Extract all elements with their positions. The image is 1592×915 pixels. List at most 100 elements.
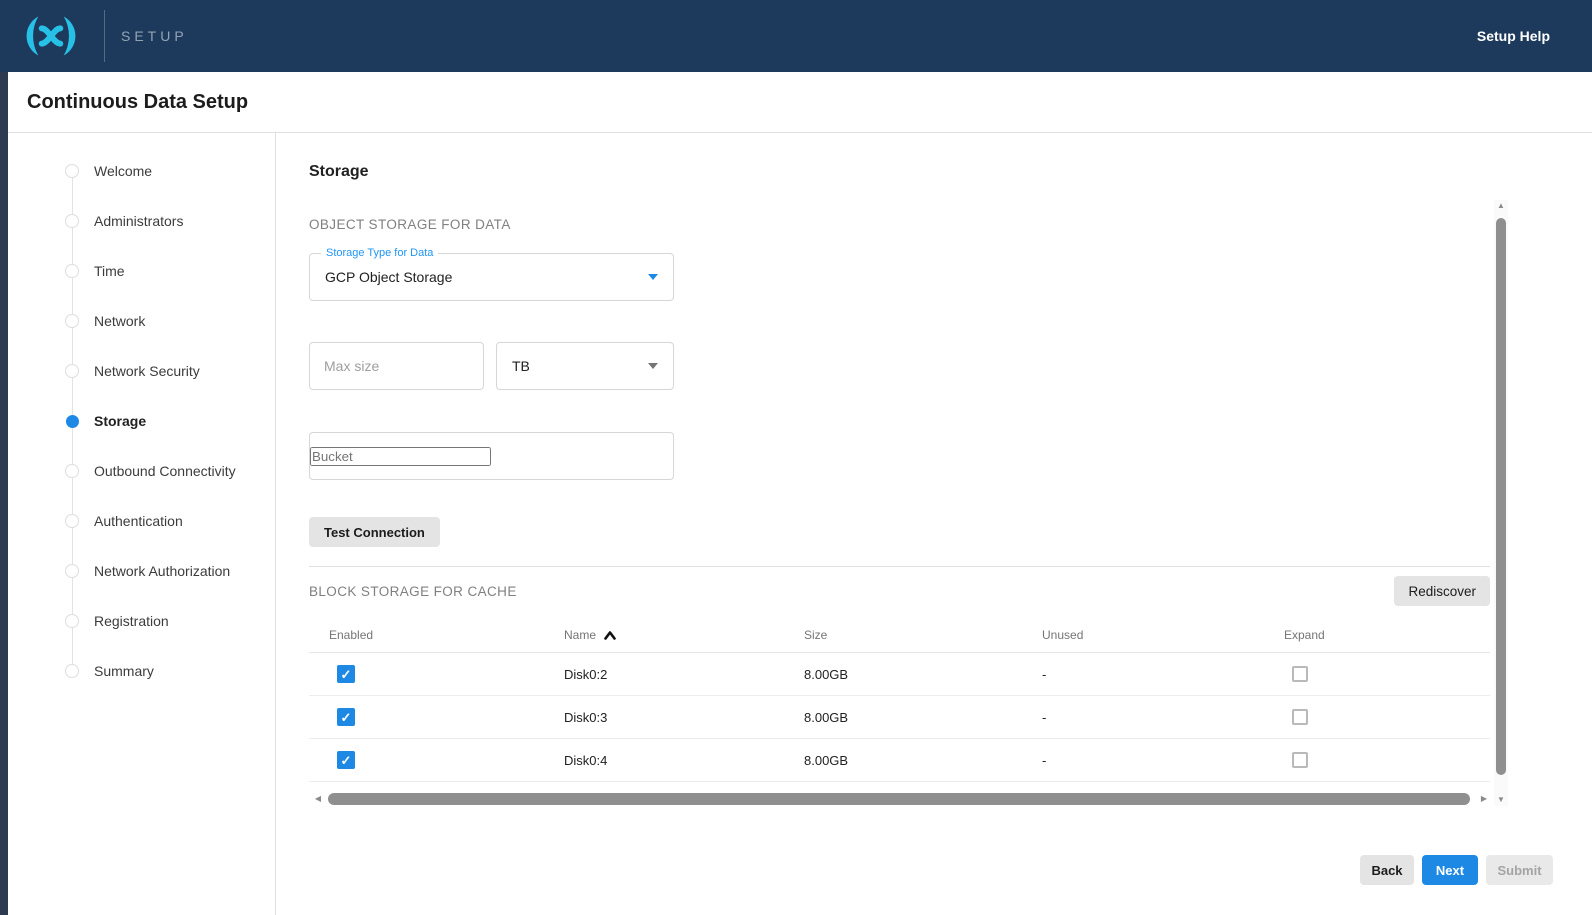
- block-storage-section-title: BLOCK STORAGE FOR CACHE: [309, 584, 517, 599]
- disk-name: Disk0:2: [564, 667, 804, 682]
- sidebar-item-summary[interactable]: Summary: [8, 646, 275, 696]
- main-content: Storage OBJECT STORAGE FOR DATA Storage …: [276, 133, 1592, 915]
- page: Continuous Data Setup Welcome Administra…: [8, 72, 1592, 915]
- disk-size: 8.00GB: [804, 667, 1042, 682]
- enabled-checkbox-checked[interactable]: ✓: [337, 751, 355, 769]
- scroll-right-icon[interactable]: ▶: [1478, 792, 1490, 806]
- sidebar-item-registration[interactable]: Registration: [8, 596, 275, 646]
- sidebar-item-storage[interactable]: Storage: [8, 396, 275, 446]
- section-divider: [309, 566, 1490, 567]
- step-label: Network: [94, 313, 145, 329]
- sidebar-item-network-authorization[interactable]: Network Authorization: [8, 546, 275, 596]
- step-circle: [65, 314, 79, 328]
- top-bar: SETUP Setup Help: [0, 0, 1592, 72]
- vertical-scrollbar[interactable]: ▲ ▼: [1494, 200, 1508, 806]
- step-circle: [65, 614, 79, 628]
- column-header-enabled: Enabled: [309, 628, 564, 642]
- rediscover-button[interactable]: Rediscover: [1394, 576, 1490, 606]
- block-storage-table: Enabled Name Size Unused Expand: [309, 618, 1490, 782]
- bucket-input[interactable]: [310, 447, 491, 466]
- disk-size: 8.00GB: [804, 710, 1042, 725]
- wizard-footer: Back Next Submit: [1360, 855, 1553, 885]
- disk-unused: -: [1042, 667, 1284, 682]
- disk-name: Disk0:4: [564, 753, 804, 768]
- step-label: Summary: [94, 663, 154, 679]
- step-label: Network Security: [94, 363, 200, 379]
- step-label: Outbound Connectivity: [94, 463, 236, 479]
- column-header-unused: Unused: [1042, 628, 1284, 642]
- delphix-logo-icon: [20, 14, 82, 58]
- enabled-checkbox-checked[interactable]: ✓: [337, 708, 355, 726]
- page-header: Continuous Data Setup: [8, 72, 1592, 133]
- horizontal-scrollbar-thumb[interactable]: [328, 793, 1470, 805]
- table-row: ✓ Disk0:3 8.00GB -: [309, 696, 1490, 739]
- vertical-scrollbar-thumb[interactable]: [1496, 218, 1506, 775]
- disk-size: 8.00GB: [804, 753, 1042, 768]
- sidebar-item-outbound-connectivity[interactable]: Outbound Connectivity: [8, 446, 275, 496]
- step-circle: [65, 664, 79, 678]
- storage-type-select[interactable]: Storage Type for Data GCP Object Storage: [309, 253, 674, 301]
- column-header-size: Size: [804, 628, 1042, 642]
- step-label: Authentication: [94, 513, 183, 529]
- scroll-up-icon[interactable]: ▲: [1494, 200, 1508, 212]
- table-row: ✓ Disk0:4 8.00GB -: [309, 739, 1490, 782]
- sidebar-item-welcome[interactable]: Welcome: [8, 146, 275, 196]
- storage-type-label: Storage Type for Data: [321, 247, 438, 259]
- bucket-field-wrapper: [309, 432, 674, 480]
- topbar-divider: [104, 10, 105, 62]
- submit-button[interactable]: Submit: [1486, 855, 1553, 885]
- expand-checkbox-unchecked[interactable]: [1292, 666, 1308, 682]
- disk-name: Disk0:3: [564, 710, 804, 725]
- next-button[interactable]: Next: [1422, 855, 1478, 885]
- storage-type-value: GCP Object Storage: [325, 269, 452, 285]
- column-header-name[interactable]: Name: [564, 628, 804, 642]
- horizontal-scrollbar[interactable]: ◀ ▶: [312, 792, 1490, 806]
- sidebar-item-authentication[interactable]: Authentication: [8, 496, 275, 546]
- step-circle-active: [66, 415, 79, 428]
- content-heading: Storage: [309, 163, 1490, 181]
- step-label: Welcome: [94, 163, 152, 179]
- column-header-name-label: Name: [564, 628, 596, 642]
- chevron-down-icon: [648, 274, 658, 280]
- scroll-left-icon[interactable]: ◀: [312, 792, 324, 806]
- max-size-field-wrapper: [309, 342, 484, 390]
- disk-unused: -: [1042, 710, 1284, 725]
- setup-help-link[interactable]: Setup Help: [1477, 28, 1550, 44]
- sidebar-item-time[interactable]: Time: [8, 246, 275, 296]
- app-window: SETUP Setup Help Continuous Data Setup W…: [0, 0, 1592, 915]
- sort-ascending-icon[interactable]: [603, 630, 617, 641]
- max-size-input[interactable]: [324, 358, 469, 374]
- step-label: Administrators: [94, 213, 183, 229]
- scroll-down-icon[interactable]: ▼: [1494, 794, 1508, 806]
- step-label: Time: [94, 263, 125, 279]
- object-storage-section-title: OBJECT STORAGE FOR DATA: [309, 217, 1490, 232]
- sidebar-item-network[interactable]: Network: [8, 296, 275, 346]
- disk-unused: -: [1042, 753, 1284, 768]
- table-row: ✓ Disk0:2 8.00GB -: [309, 653, 1490, 696]
- brand-text: SETUP: [121, 28, 188, 44]
- expand-checkbox-unchecked[interactable]: [1292, 709, 1308, 725]
- setup-stepper: Welcome Administrators Time Network Netw…: [8, 133, 276, 915]
- step-circle: [65, 464, 79, 478]
- size-unit-value: TB: [512, 358, 530, 374]
- step-circle: [65, 514, 79, 528]
- step-circle: [65, 364, 79, 378]
- page-title: Continuous Data Setup: [27, 91, 248, 114]
- step-label: Network Authorization: [94, 563, 230, 579]
- step-circle: [65, 214, 79, 228]
- test-connection-button[interactable]: Test Connection: [309, 517, 440, 547]
- chevron-down-icon: [648, 363, 658, 369]
- step-circle: [65, 564, 79, 578]
- sidebar-item-administrators[interactable]: Administrators: [8, 196, 275, 246]
- back-button[interactable]: Back: [1360, 855, 1414, 885]
- step-circle: [65, 264, 79, 278]
- step-circle: [65, 164, 79, 178]
- window-left-edge: [0, 72, 8, 915]
- table-header-row: Enabled Name Size Unused Expand: [309, 618, 1490, 653]
- step-label: Storage: [94, 413, 146, 429]
- column-header-expand: Expand: [1284, 628, 1490, 642]
- enabled-checkbox-checked[interactable]: ✓: [337, 665, 355, 683]
- expand-checkbox-unchecked[interactable]: [1292, 752, 1308, 768]
- sidebar-item-network-security[interactable]: Network Security: [8, 346, 275, 396]
- size-unit-select[interactable]: TB: [496, 342, 674, 390]
